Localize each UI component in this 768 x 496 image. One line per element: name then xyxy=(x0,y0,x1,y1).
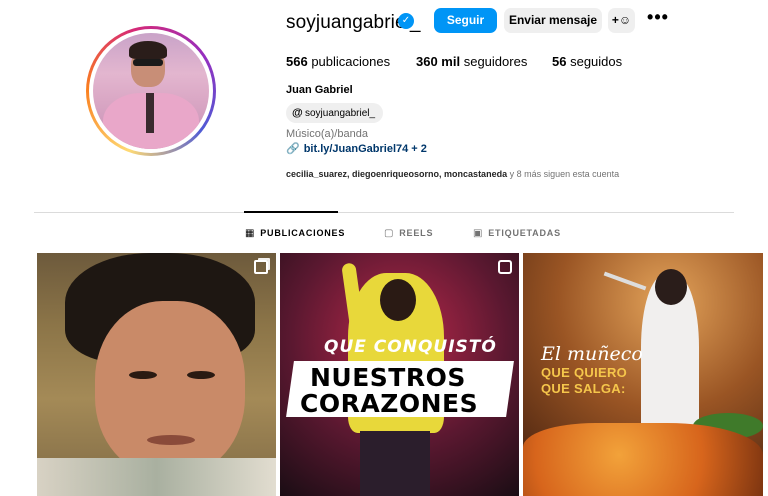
following-label: seguidos xyxy=(570,54,623,69)
tab-label: PUBLICACIONES xyxy=(260,228,346,238)
stat-posts: 566 publicaciones xyxy=(286,54,390,69)
post-image-eye xyxy=(129,371,157,379)
post-thumbnail[interactable]: El muñeco QUE QUIERO QUE SALGA: xyxy=(523,253,763,496)
avatar-hair xyxy=(129,41,167,59)
posts-label: publicaciones xyxy=(311,54,391,69)
post-image-shirt xyxy=(37,458,276,496)
followed-by-suffix: y 8 más siguen esta cuenta xyxy=(507,169,620,179)
post-thumbnail[interactable] xyxy=(37,253,276,496)
stat-following[interactable]: 56 seguidos xyxy=(552,54,622,69)
threads-handle: soyjuangabriel_ xyxy=(305,108,376,119)
posts-count: 566 xyxy=(286,54,308,69)
tab-publicaciones[interactable]: ▦ PUBLICACIONES xyxy=(245,228,345,239)
avatar-image xyxy=(93,33,209,149)
post-overlay-text: NUESTROS xyxy=(310,363,466,392)
post-image-head xyxy=(380,279,416,321)
post-overlay-text: QUE SALGA: xyxy=(541,381,626,396)
active-tab-indicator xyxy=(244,211,338,213)
tab-reels[interactable]: ▢ REELS xyxy=(384,228,433,239)
profile-full-name: Juan Gabriel xyxy=(286,84,353,96)
add-user-icon[interactable]: +☺ xyxy=(608,8,635,33)
post-image-mouth xyxy=(147,435,195,445)
stat-followers[interactable]: 360 mil seguidores xyxy=(416,54,527,69)
post-overlay-text: QUE CONQUISTÓ xyxy=(324,337,497,357)
link-icon: 🔗 xyxy=(286,143,300,155)
tab-etiquetadas[interactable]: ▣ ETIQUETADAS xyxy=(473,228,561,239)
post-thumbnail[interactable]: QUE CONQUISTÓ NUESTROS CORAZONES xyxy=(280,253,519,496)
reel-icon xyxy=(498,260,512,274)
post-image-eye xyxy=(187,371,215,379)
followers-label: seguidores xyxy=(463,54,528,69)
tab-label: ETIQUETADAS xyxy=(488,228,561,238)
tabs-divider xyxy=(34,212,734,213)
followers-count: 360 mil xyxy=(416,54,461,69)
post-overlay-text: QUE QUIERO xyxy=(541,365,628,380)
carousel-icon xyxy=(254,260,268,274)
avatar-border xyxy=(89,29,213,153)
profile-link-text: bit.ly/JuanGabriel74 + 2 xyxy=(303,143,427,155)
avatar-tie xyxy=(146,93,154,133)
threads-icon: @ xyxy=(292,107,303,119)
post-image-face xyxy=(95,301,245,476)
followed-by-names: cecilia_suarez, diegoenriqueosorno, monc… xyxy=(286,169,508,179)
profile-link[interactable]: 🔗 bit.ly/JuanGabriel74 + 2 xyxy=(286,142,427,155)
post-image-legs xyxy=(360,431,430,496)
post-overlay-text: El muñeco xyxy=(541,343,643,365)
more-options-icon[interactable]: ••• xyxy=(646,8,670,30)
post-image-head xyxy=(655,269,687,305)
followed-by[interactable]: cecilia_suarez, diegoenriqueosorno, monc… xyxy=(286,169,619,179)
verified-badge-icon: ✓ xyxy=(398,13,414,29)
send-message-button[interactable]: Enviar mensaje xyxy=(504,8,602,33)
reels-icon: ▢ xyxy=(384,228,395,239)
follow-button[interactable]: Seguir xyxy=(434,8,497,33)
tagged-icon: ▣ xyxy=(473,228,484,239)
threads-badge[interactable]: @ soyjuangabriel_ xyxy=(286,103,384,123)
avatar-glasses xyxy=(133,59,163,66)
grid-icon: ▦ xyxy=(245,228,256,239)
profile-category: Músico(a)/banda xyxy=(286,128,368,140)
tab-label: REELS xyxy=(399,228,434,238)
post-image-microphone xyxy=(603,271,647,291)
profile-avatar[interactable] xyxy=(86,26,216,156)
post-image-food xyxy=(523,423,763,496)
following-count: 56 xyxy=(552,54,567,69)
post-overlay-text: CORAZONES xyxy=(300,389,479,418)
